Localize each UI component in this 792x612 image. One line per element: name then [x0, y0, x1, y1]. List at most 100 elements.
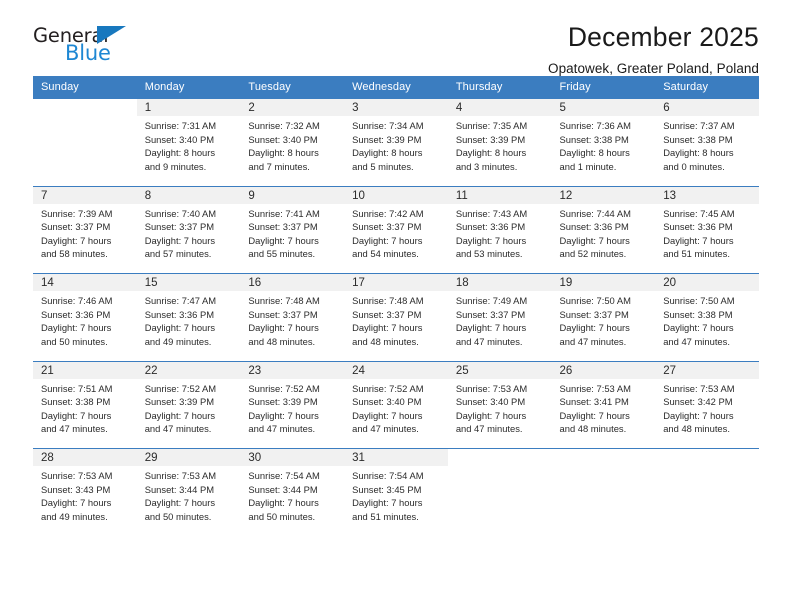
day-number[interactable]: 6 — [655, 98, 759, 116]
day-number[interactable]: 21 — [33, 360, 137, 379]
page-header: General Blue December 2025 Opatowek, Gre… — [33, 0, 759, 76]
day-detail-line: and 47 minutes. — [663, 335, 730, 347]
day-number[interactable]: 24 — [344, 360, 448, 379]
day-number[interactable]: 15 — [136, 273, 241, 291]
day-detail-line: Daylight: 7 hours — [663, 409, 734, 421]
day-cell[interactable]: Sunrise: 7:40 AM Sunset: 3:37 PM Daylight:… — [136, 203, 241, 274]
day-number[interactable]: 7 — [33, 185, 137, 204]
day-number[interactable]: 29 — [136, 448, 241, 466]
day-number[interactable]: 3 — [344, 98, 448, 116]
day-detail-line: Sunset: 3:38 PM — [41, 396, 111, 408]
day-number[interactable]: 30 — [240, 448, 345, 466]
general-blue-logo[interactable]: General Blue — [33, 24, 203, 74]
day-number[interactable]: 22 — [136, 360, 241, 379]
day-cell[interactable]: Sunrise: 7:39 AM Sunset: 3:37 PM Daylight:… — [33, 203, 137, 274]
day-number[interactable]: 23 — [240, 360, 345, 379]
day-detail-line: and 54 minutes. — [352, 248, 419, 260]
day-cell[interactable]: Sunrise: 7:35 AM Sunset: 3:39 PM Daylight:… — [447, 116, 552, 186]
day-cell[interactable]: Sunrise: 7:32 AM Sunset: 3:40 PM Daylight:… — [240, 116, 345, 186]
day-number[interactable]: 2 — [240, 98, 345, 116]
day-cell[interactable]: Sunrise: 7:47 AM Sunset: 3:36 PM Daylight:… — [136, 291, 241, 361]
day-cell[interactable]: Sunrise: 7:48 AM Sunset: 3:37 PM Daylight:… — [344, 291, 448, 361]
day-cell[interactable]: Sunrise: 7:50 AM Sunset: 3:38 PM Daylight:… — [655, 291, 759, 361]
day-detail-line: and 47 minutes. — [352, 423, 419, 435]
day-number[interactable]: 19 — [551, 273, 656, 291]
day-detail-line: and 50 minutes. — [144, 510, 212, 522]
day-cell[interactable]: Sunrise: 7:50 AM Sunset: 3:37 PM Daylight:… — [551, 291, 656, 361]
week-daynumber-row: 28 29 30 31 — [33, 448, 759, 466]
day-cell[interactable]: Sunrise: 7:44 AM Sunset: 3:36 PM Daylight:… — [551, 203, 656, 274]
day-cell[interactable]: Sunrise: 7:46 AM Sunset: 3:36 PM Daylight:… — [33, 291, 137, 361]
day-detail-line: Sunrise: 7:40 AM — [144, 207, 217, 219]
day-number[interactable]: 13 — [655, 185, 759, 204]
day-number[interactable]: 5 — [551, 98, 656, 116]
day-detail-line: Sunset: 3:37 PM — [352, 308, 422, 320]
day-number[interactable]: 27 — [655, 360, 759, 379]
day-number[interactable]: 20 — [655, 273, 759, 291]
day-number[interactable]: 8 — [136, 185, 241, 204]
day-cell[interactable]: Sunrise: 7:52 AM Sunset: 3:40 PM Daylight:… — [344, 378, 448, 449]
day-detail-line: Sunrise: 7:49 AM — [455, 295, 528, 306]
day-detail-line: Sunrise: 7:44 AM — [559, 207, 631, 219]
day-cell[interactable]: Sunrise: 7:53 AM Sunset: 3:43 PM Daylight:… — [33, 466, 137, 536]
week-detail-row: Sunrise: 7:31 AM Sunset: 3:40 PM Daylight:… — [33, 116, 759, 186]
day-cell[interactable]: Sunrise: 7:53 AM Sunset: 3:42 PM Daylight:… — [655, 378, 759, 449]
day-cell[interactable]: Sunrise: 7:52 AM Sunset: 3:39 PM Daylight:… — [136, 378, 241, 449]
day-cell[interactable]: Sunrise: 7:51 AM Sunset: 3:38 PM Daylight:… — [33, 378, 137, 449]
day-number[interactable]: 26 — [551, 360, 656, 379]
day-detail-line: Sunset: 3:37 PM — [41, 221, 111, 233]
calendar-table: Sunday Monday Tuesday Wednesday Thursday Frid… — [33, 76, 759, 536]
day-detail-line: Daylight: 8 hours — [559, 147, 630, 159]
day-detail-line: and 57 minutes. — [144, 248, 212, 260]
day-detail-line: Daylight: 7 hours — [41, 409, 112, 421]
day-detail-line: Sunset: 3:38 PM — [663, 308, 733, 320]
day-number[interactable]: 25 — [447, 360, 552, 379]
day-cell[interactable]: Sunrise: 7:36 AM Sunset: 3:38 PM Daylight:… — [551, 116, 656, 186]
day-cell[interactable]: Sunrise: 7:53 AM Sunset: 3:40 PM Daylight:… — [447, 378, 552, 449]
day-cell[interactable]: Sunrise: 7:53 AM Sunset: 3:41 PM Daylight:… — [551, 378, 656, 449]
weekday-header-row: Sunday Monday Tuesday Wednesday Thursday Frid… — [33, 76, 759, 99]
day-cell[interactable]: Sunrise: 7:41 AM Sunset: 3:37 PM Daylight:… — [240, 203, 345, 274]
empty-day-cell — [33, 116, 137, 186]
day-detail-line: and 50 minutes. — [41, 335, 108, 347]
day-number[interactable]: 14 — [33, 273, 137, 291]
day-number[interactable]: 16 — [240, 273, 345, 291]
day-detail-line: Sunset: 3:39 PM — [248, 396, 318, 408]
day-cell[interactable]: Sunrise: 7:37 AM Sunset: 3:38 PM Daylight:… — [655, 116, 759, 186]
day-cell[interactable]: Sunrise: 7:53 AM Sunset: 3:44 PM Daylight:… — [136, 466, 241, 536]
day-number[interactable]: 28 — [33, 448, 137, 466]
day-detail-line: Sunrise: 7:48 AM — [352, 295, 424, 306]
day-cell[interactable]: Sunrise: 7:42 AM Sunset: 3:37 PM Daylight:… — [344, 203, 448, 274]
day-detail-line: and 58 minutes. — [41, 248, 108, 260]
day-cell[interactable]: Sunrise: 7:34 AM Sunset: 3:39 PM Daylight:… — [344, 116, 448, 186]
day-number[interactable]: 9 — [240, 185, 345, 204]
day-cell[interactable]: Sunrise: 7:49 AM Sunset: 3:37 PM Daylight:… — [447, 291, 552, 361]
weekday-header-sunday: Sunday — [33, 76, 137, 99]
day-detail-line: Sunrise: 7:34 AM — [352, 120, 424, 131]
day-cell[interactable]: Sunrise: 7:31 AM Sunset: 3:40 PM Daylight:… — [136, 116, 241, 186]
day-detail-line: Sunset: 3:40 PM — [352, 396, 422, 408]
day-detail-line: Sunrise: 7:50 AM — [663, 295, 735, 306]
day-number[interactable]: 18 — [447, 273, 552, 291]
day-cell[interactable]: Sunrise: 7:45 AM Sunset: 3:36 PM Daylight:… — [655, 203, 759, 274]
day-detail-line: Daylight: 7 hours — [144, 497, 216, 509]
day-detail-line: Sunset: 3:44 PM — [248, 483, 318, 495]
day-number[interactable]: 31 — [344, 448, 448, 466]
day-cell[interactable]: Sunrise: 7:43 AM Sunset: 3:36 PM Daylight:… — [447, 203, 552, 274]
day-detail-line: Sunrise: 7:47 AM — [144, 295, 217, 306]
day-cell[interactable]: Sunrise: 7:54 AM Sunset: 3:44 PM Daylight:… — [240, 466, 345, 536]
day-cell[interactable]: Sunrise: 7:54 AM Sunset: 3:45 PM Daylight:… — [344, 466, 448, 536]
day-detail-line: and 47 minutes. — [248, 423, 316, 435]
day-number[interactable]: 4 — [447, 98, 552, 116]
day-detail-line: and 47 minutes. — [455, 335, 523, 347]
day-detail-line: Daylight: 7 hours — [352, 234, 423, 246]
day-number[interactable]: 17 — [344, 273, 448, 291]
day-cell[interactable]: Sunrise: 7:52 AM Sunset: 3:39 PM Daylight:… — [240, 378, 345, 449]
day-number[interactable]: 10 — [344, 185, 448, 204]
day-number[interactable]: 1 — [136, 98, 241, 116]
day-number[interactable]: 12 — [551, 185, 656, 204]
day-cell[interactable]: Sunrise: 7:48 AM Sunset: 3:37 PM Daylight:… — [240, 291, 345, 361]
day-number[interactable]: 11 — [447, 185, 552, 204]
day-detail-line: and 53 minutes. — [455, 248, 523, 260]
week-daynumber-row: 21 22 23 24 25 26 27 — [33, 360, 759, 379]
